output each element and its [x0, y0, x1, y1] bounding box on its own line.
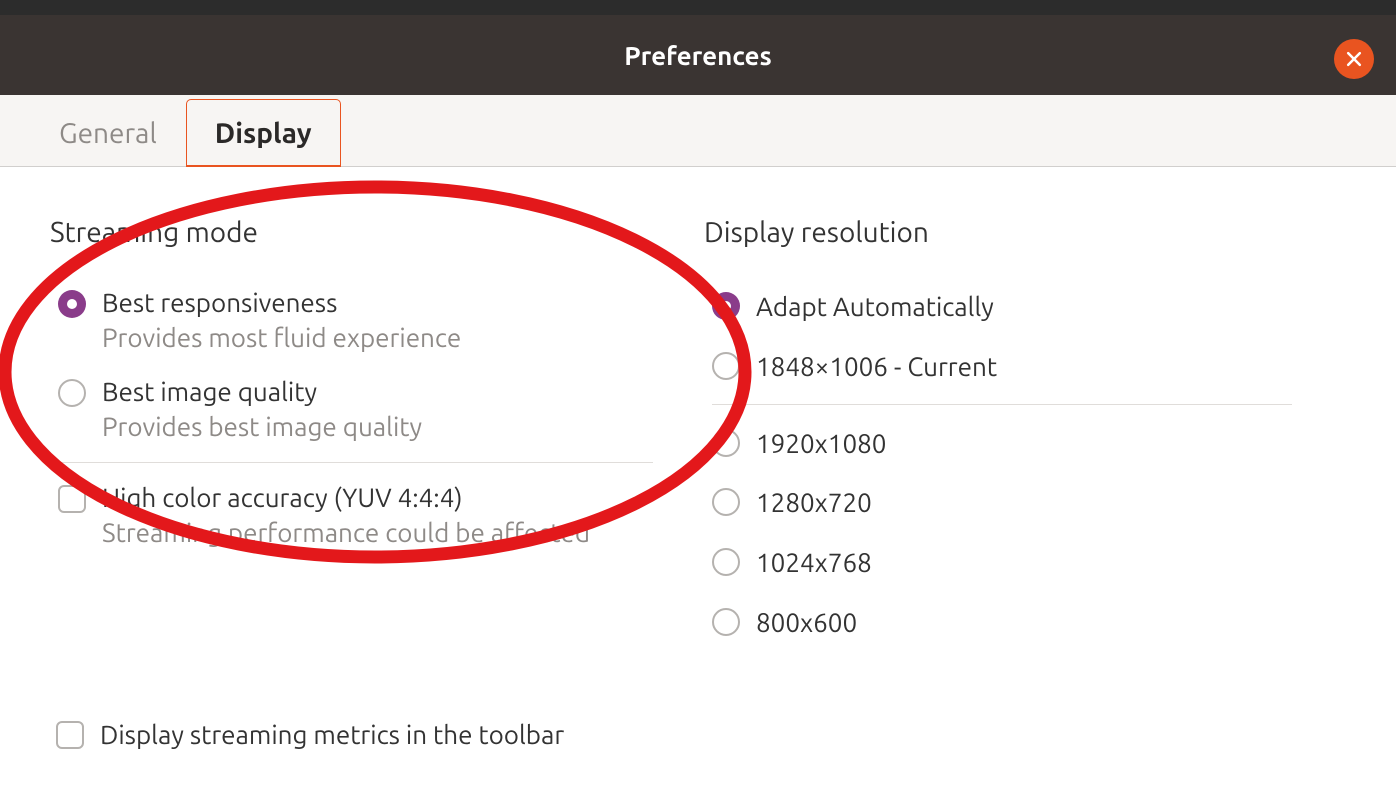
resolution-option-current[interactable]: 1848×1006 - Current	[702, 336, 1356, 396]
divider	[712, 404, 1292, 405]
radio-icon	[712, 488, 740, 516]
checkbox-icon	[56, 721, 84, 749]
option-desc: Provides best image quality	[102, 409, 422, 444]
preferences-content: Streaming mode Best responsiveness Provi…	[0, 167, 1396, 682]
close-icon	[1344, 49, 1364, 69]
tab-display[interactable]: Display	[186, 99, 341, 167]
option-label: 1848×1006 - Current	[756, 350, 997, 384]
window-title: Preferences	[624, 41, 772, 70]
radio-icon	[712, 292, 740, 320]
option-text: Best image quality Provides best image q…	[102, 375, 422, 444]
option-label: Best responsiveness	[102, 286, 461, 320]
streaming-mode-section: Streaming mode Best responsiveness Provi…	[48, 217, 702, 652]
streaming-mode-title: Streaming mode	[50, 217, 702, 248]
option-label: 1920x1080	[756, 427, 886, 461]
resolution-option-1920x1080[interactable]: 1920x1080	[702, 413, 1356, 473]
option-label: 1280x720	[756, 486, 872, 520]
option-label: 800x600	[756, 606, 857, 640]
radio-icon	[712, 548, 740, 576]
resolution-option-800x600[interactable]: 800x600	[702, 592, 1356, 652]
streaming-option-image-quality[interactable]: Best image quality Provides best image q…	[48, 365, 702, 454]
checkbox-icon	[58, 485, 86, 513]
metrics-checkbox-label: Display streaming metrics in the toolbar	[100, 720, 564, 749]
divider	[58, 462, 653, 463]
option-label: High color accuracy (YUV 4:4:4)	[102, 481, 590, 515]
option-text: Best responsiveness Provides most fluid …	[102, 286, 461, 355]
tab-bar: General Display	[0, 95, 1396, 167]
radio-icon	[712, 429, 740, 457]
option-desc: Provides most fluid experience	[102, 320, 461, 355]
option-label: Best image quality	[102, 375, 422, 409]
radio-icon	[712, 352, 740, 380]
option-label: 1024x768	[756, 546, 872, 580]
tab-general[interactable]: General	[30, 99, 186, 167]
window-titlebar-strip	[0, 0, 1396, 15]
preferences-header: Preferences	[0, 15, 1396, 95]
close-button[interactable]	[1334, 39, 1374, 79]
resolution-option-1280x720[interactable]: 1280x720	[702, 472, 1356, 532]
metrics-checkbox-option[interactable]: Display streaming metrics in the toolbar	[56, 720, 564, 749]
option-text: High color accuracy (YUV 4:4:4) Streamin…	[102, 481, 590, 550]
display-resolution-section: Display resolution Adapt Automatically 1…	[702, 217, 1356, 652]
display-resolution-title: Display resolution	[704, 217, 1356, 248]
radio-icon	[58, 379, 86, 407]
option-desc: Streaming performance could be affected	[102, 515, 590, 550]
radio-icon	[58, 290, 86, 318]
streaming-option-responsiveness[interactable]: Best responsiveness Provides most fluid …	[48, 276, 702, 365]
color-accuracy-option[interactable]: High color accuracy (YUV 4:4:4) Streamin…	[48, 471, 702, 560]
resolution-option-1024x768[interactable]: 1024x768	[702, 532, 1356, 592]
radio-icon	[712, 608, 740, 636]
resolution-option-adapt-auto[interactable]: Adapt Automatically	[702, 276, 1356, 336]
option-label: Adapt Automatically	[756, 290, 994, 324]
